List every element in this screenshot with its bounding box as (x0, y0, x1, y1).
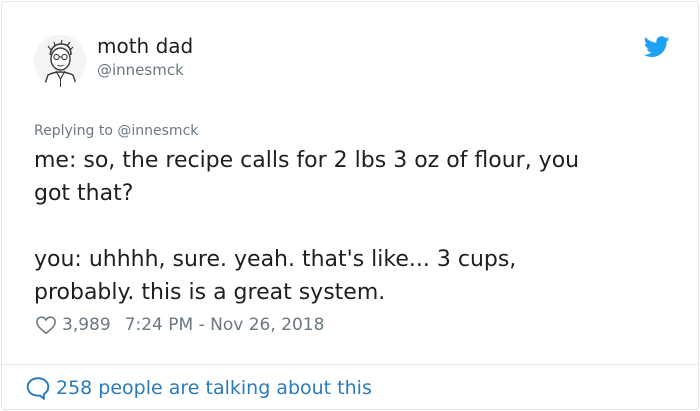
tweet-line: probably. this is a great system. (34, 280, 386, 305)
display-name[interactable]: moth dad (97, 34, 193, 58)
twitter-bird-icon[interactable] (643, 36, 670, 58)
like-count[interactable]: 3,989 (62, 315, 111, 335)
tweet-line: me: so, the recipe calls for 2 lbs 3 oz … (34, 148, 580, 173)
timestamp[interactable]: 7:24 PM - Nov 26, 2018 (125, 315, 325, 335)
reply-mention-link[interactable]: @innesmck (117, 123, 198, 139)
replying-to: Replying to @innesmck (34, 123, 198, 139)
tweet-card: moth dad @innesmck Replying to @innesmck… (1, 1, 699, 410)
tweet-line: got that? (34, 181, 134, 206)
speech-bubble-icon (26, 377, 50, 400)
avatar[interactable] (34, 35, 86, 87)
talking-link[interactable]: 258 people are talking about this (25, 374, 372, 402)
user-handle[interactable]: @innesmck (97, 61, 184, 79)
tweet-text: me: so, the recipe calls for 2 lbs 3 oz … (34, 144, 674, 309)
tweet-meta: 3,989 7:24 PM - Nov 26, 2018 (35, 312, 324, 338)
talking-label[interactable]: 258 people are talking about this (56, 377, 372, 399)
avatar-sketch-icon (34, 35, 86, 87)
tweet-line: you: uhhhh, sure. yeah. that's like... 3… (34, 247, 517, 272)
divider (2, 364, 698, 365)
heart-icon[interactable] (35, 314, 57, 336)
tweet-header: moth dad @innesmck (2, 2, 698, 102)
replying-to-label: Replying to (34, 123, 113, 139)
